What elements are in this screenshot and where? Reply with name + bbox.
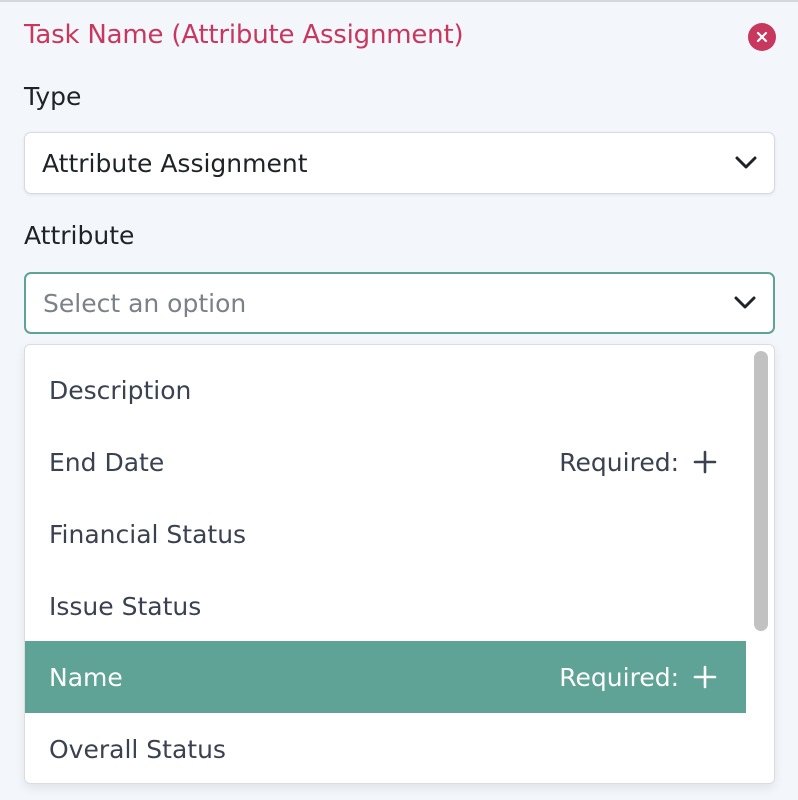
option-end-date[interactable]: End Date Required: bbox=[25, 426, 747, 498]
chevron-down-icon bbox=[734, 296, 756, 309]
task-title: Task Name (Attribute Assignment) bbox=[24, 20, 464, 50]
dropdown-scrollbar[interactable] bbox=[746, 345, 774, 783]
option-label: Description bbox=[49, 375, 192, 405]
close-button[interactable] bbox=[748, 23, 776, 51]
attribute-select-placeholder: Select an option bbox=[43, 288, 247, 318]
attribute-assignment-panel: Task Name (Attribute Assignment) Type At… bbox=[0, 0, 798, 800]
option-description[interactable]: Description bbox=[25, 354, 747, 426]
required-label: Required: bbox=[559, 447, 679, 477]
required-indicator: Required: bbox=[559, 641, 717, 713]
attribute-dropdown-list: Description End Date Required: Financial… bbox=[24, 344, 775, 784]
close-icon bbox=[756, 31, 768, 43]
option-label: End Date bbox=[49, 447, 165, 477]
type-label: Type bbox=[24, 82, 82, 111]
chevron-down-icon bbox=[735, 156, 757, 169]
option-name[interactable]: Name Required: bbox=[25, 641, 747, 713]
option-label: Name bbox=[49, 662, 123, 692]
option-label: Financial Status bbox=[49, 519, 247, 549]
plus-icon bbox=[693, 665, 717, 689]
attribute-label: Attribute bbox=[24, 221, 135, 250]
option-label: Issue Status bbox=[49, 591, 202, 621]
option-label: Overall Status bbox=[49, 734, 226, 764]
attribute-select[interactable]: Select an option bbox=[24, 272, 775, 334]
scrollbar-thumb[interactable] bbox=[754, 351, 768, 631]
option-issue-status[interactable]: Issue Status bbox=[25, 570, 747, 642]
required-indicator: Required: bbox=[559, 426, 717, 498]
type-select[interactable]: Attribute Assignment bbox=[24, 132, 775, 194]
type-select-value: Attribute Assignment bbox=[42, 148, 308, 178]
plus-icon bbox=[693, 450, 717, 474]
option-financial-status[interactable]: Financial Status bbox=[25, 498, 747, 570]
option-overall-status[interactable]: Overall Status bbox=[25, 713, 747, 783]
required-label: Required: bbox=[559, 662, 679, 692]
